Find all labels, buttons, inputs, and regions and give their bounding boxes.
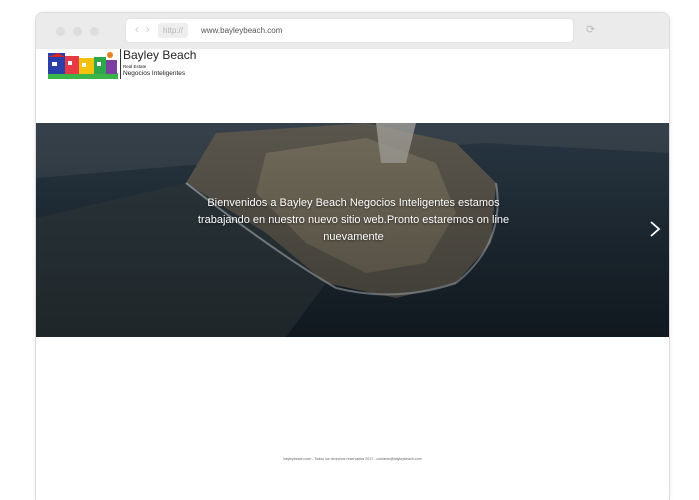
url-text[interactable]: www.bayleybeach.com: [201, 24, 282, 37]
logo-sun: [107, 52, 113, 58]
colorful-houses-logo[interactable]: [48, 51, 118, 79]
chevron-right-icon[interactable]: ›: [146, 23, 150, 37]
brand-name[interactable]: Bayley Beach: [123, 48, 196, 62]
protocol-label: http://: [158, 23, 189, 38]
hero-banner: Bienvenidos a Bayley Beach Negocios Inte…: [36, 123, 669, 337]
logo-window: [97, 62, 101, 66]
window-close-dot[interactable]: [56, 27, 65, 36]
footer-text: bayleybeach.com - Todos los derechos res…: [283, 457, 422, 461]
window-maximize-dot[interactable]: [90, 27, 99, 36]
brand-divider: [120, 49, 121, 79]
logo-window: [82, 63, 86, 67]
logo-house-purple: [106, 60, 117, 74]
browser-window: ‹ › http:// www.bayleybeach.com ⟳ Bayley…: [35, 12, 670, 500]
window-minimize-dot[interactable]: [73, 27, 82, 36]
chevron-right-icon[interactable]: [648, 219, 662, 239]
browser-toolbar: ‹ › http:// www.bayleybeach.com ⟳: [36, 13, 669, 49]
logo-window: [52, 62, 57, 66]
logo-house-yellow: [79, 58, 94, 74]
logo-window: [68, 61, 72, 65]
chevron-left-icon[interactable]: ‹: [135, 23, 139, 37]
reload-icon[interactable]: ⟳: [586, 23, 595, 37]
brand-tagline: Negocios Inteligentes: [123, 70, 186, 77]
address-bar[interactable]: ‹ › http:// www.bayleybeach.com: [126, 19, 573, 42]
hero-message: Bienvenidos a Bayley Beach Negocios Inte…: [197, 197, 510, 243]
